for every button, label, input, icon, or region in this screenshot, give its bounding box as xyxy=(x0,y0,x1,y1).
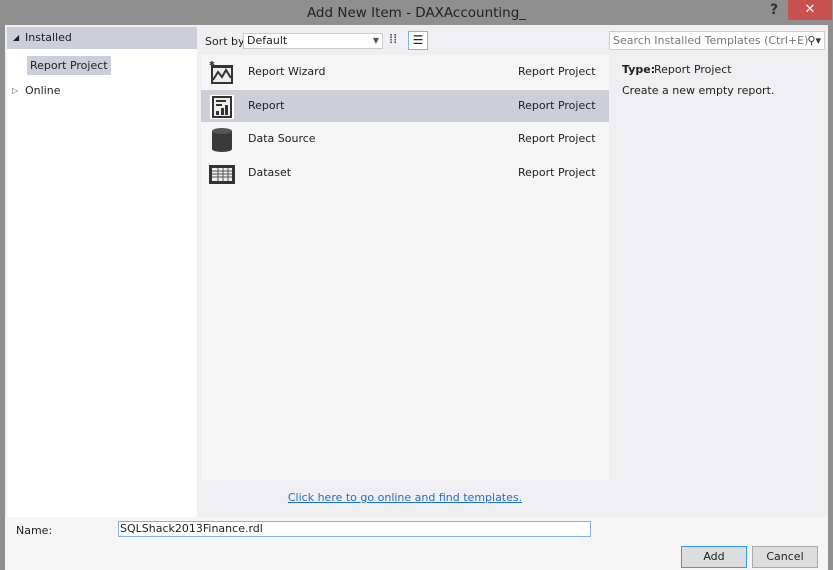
type-value: Report Project xyxy=(654,63,732,76)
cancel-button[interactable]: Cancel xyxy=(752,546,818,568)
description: Create a new empty report. xyxy=(622,84,775,97)
report-wizard-icon: ✱ xyxy=(209,60,233,84)
tree-item-online[interactable]: ▷ Online xyxy=(7,80,197,102)
data-source-icon xyxy=(212,128,232,152)
list-item-data-source[interactable]: Data Source Report Project xyxy=(201,123,609,155)
search-input[interactable]: Search Installed Templates (Ctrl+E) ⚲▾ xyxy=(609,31,825,50)
help-button[interactable]: ? xyxy=(770,2,778,18)
list-item-report-wizard[interactable]: ✱ Report Wizard Report Project xyxy=(201,56,609,88)
name-input[interactable]: SQLShack2013Finance.rdl xyxy=(118,521,591,537)
dataset-icon xyxy=(209,165,235,184)
chevron-down-icon: ▼ xyxy=(372,36,379,45)
small-icons-view-button[interactable]: ⁞⁞ xyxy=(389,32,397,47)
list-item-dataset[interactable]: Dataset Report Project xyxy=(201,157,609,189)
close-button[interactable]: ✕ xyxy=(788,0,832,20)
online-link-area: Click here to go online and find templat… xyxy=(201,480,609,517)
sort-label: Sort by: xyxy=(205,35,248,48)
list-view-button[interactable]: ☰ xyxy=(408,31,428,50)
window-title: Add New Item - DAXAccounting_ xyxy=(306,5,527,21)
expanded-triangle-icon: ◢ xyxy=(13,33,20,42)
name-label: Name: xyxy=(16,524,53,537)
tree-item-report-project[interactable]: Report Project xyxy=(27,56,111,75)
type-label: Type: xyxy=(622,63,656,76)
list-item-report[interactable]: Report Report Project xyxy=(201,90,609,122)
svg-text:✱: ✱ xyxy=(209,60,215,68)
report-icon xyxy=(210,95,234,119)
sort-dropdown[interactable]: Default ▼ xyxy=(243,33,383,49)
search-icon[interactable]: ⚲▾ xyxy=(807,32,821,49)
add-button[interactable]: Add xyxy=(681,546,747,568)
sort-value: Default xyxy=(247,34,288,47)
online-templates-link[interactable]: Click here to go online and find templat… xyxy=(288,491,522,504)
collapsed-triangle-icon: ▷ xyxy=(12,86,19,95)
tree-item-installed[interactable]: ◢ Installed xyxy=(7,27,197,49)
